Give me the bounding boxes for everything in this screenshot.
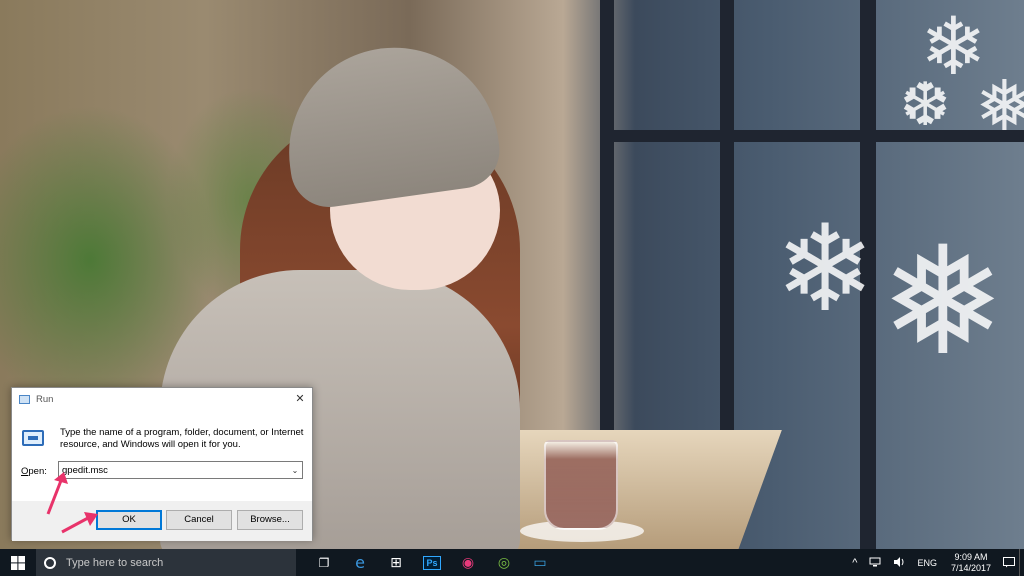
- chevron-up-icon[interactable]: ^: [846, 557, 863, 569]
- taskbar: Type here to search ❐ e ⊞ Ps ◉ ◎ ▭ ^ ENG…: [0, 549, 1024, 576]
- open-input[interactable]: [59, 462, 288, 478]
- network-glyph: [869, 557, 881, 566]
- clock-time: 9:09 AM: [954, 551, 988, 562]
- snowflake-decoration: ❅: [975, 65, 1024, 147]
- search-placeholder: Type here to search: [66, 556, 164, 569]
- store-icon[interactable]: ⊞: [378, 549, 414, 576]
- app-green-icon[interactable]: ◎: [486, 549, 522, 576]
- run-title-bar[interactable]: Run: [12, 388, 312, 410]
- coffee-cup: [544, 440, 618, 530]
- windows-logo-icon: [11, 555, 25, 570]
- chevron-down-icon[interactable]: ⌄: [288, 466, 302, 475]
- edge-icon[interactable]: e: [342, 549, 378, 576]
- app-blue-icon[interactable]: ▭: [522, 549, 558, 576]
- open-combobox[interactable]: ⌄: [58, 461, 303, 479]
- notification-glyph: [1003, 557, 1015, 568]
- close-icon[interactable]: ✕: [293, 392, 307, 406]
- annotation-arrow-ok: [61, 512, 98, 534]
- browse-button[interactable]: Browse...: [237, 510, 303, 530]
- system-tray: ^ ENG 9:09 AM 7/14/2017: [846, 549, 1024, 576]
- cancel-button[interactable]: Cancel: [166, 510, 232, 530]
- volume-glyph: [894, 556, 904, 567]
- task-view-icon[interactable]: ❐: [306, 549, 342, 576]
- show-desktop-button[interactable]: [1019, 549, 1024, 576]
- start-button[interactable]: [0, 549, 36, 576]
- app-pink-icon[interactable]: ◉: [450, 549, 486, 576]
- volume-icon[interactable]: [887, 556, 911, 569]
- run-app-icon: [19, 394, 30, 404]
- action-center-icon[interactable]: [999, 549, 1019, 576]
- network-icon[interactable]: [863, 557, 887, 569]
- snowflake-decoration: ❅: [880, 215, 1006, 389]
- window-frame: [600, 130, 1024, 142]
- language-indicator[interactable]: ENG: [911, 558, 943, 568]
- taskbar-search[interactable]: Type here to search: [36, 549, 296, 576]
- snowflake-decoration: ❄: [775, 200, 876, 339]
- photoshop-icon[interactable]: Ps: [414, 549, 450, 576]
- run-description: Type the name of a program, folder, docu…: [60, 427, 304, 450]
- snowflake-decoration: ❆: [900, 70, 951, 140]
- clock[interactable]: 9:09 AM 7/14/2017: [943, 552, 999, 574]
- run-program-icon: [22, 430, 44, 446]
- person-hat: [275, 34, 505, 212]
- clock-date: 7/14/2017: [950, 562, 991, 573]
- ok-button[interactable]: OK: [96, 510, 162, 530]
- photoshop-icon-glyph: Ps: [423, 555, 441, 570]
- run-title: Run: [36, 393, 54, 405]
- cortana-icon: [44, 556, 56, 569]
